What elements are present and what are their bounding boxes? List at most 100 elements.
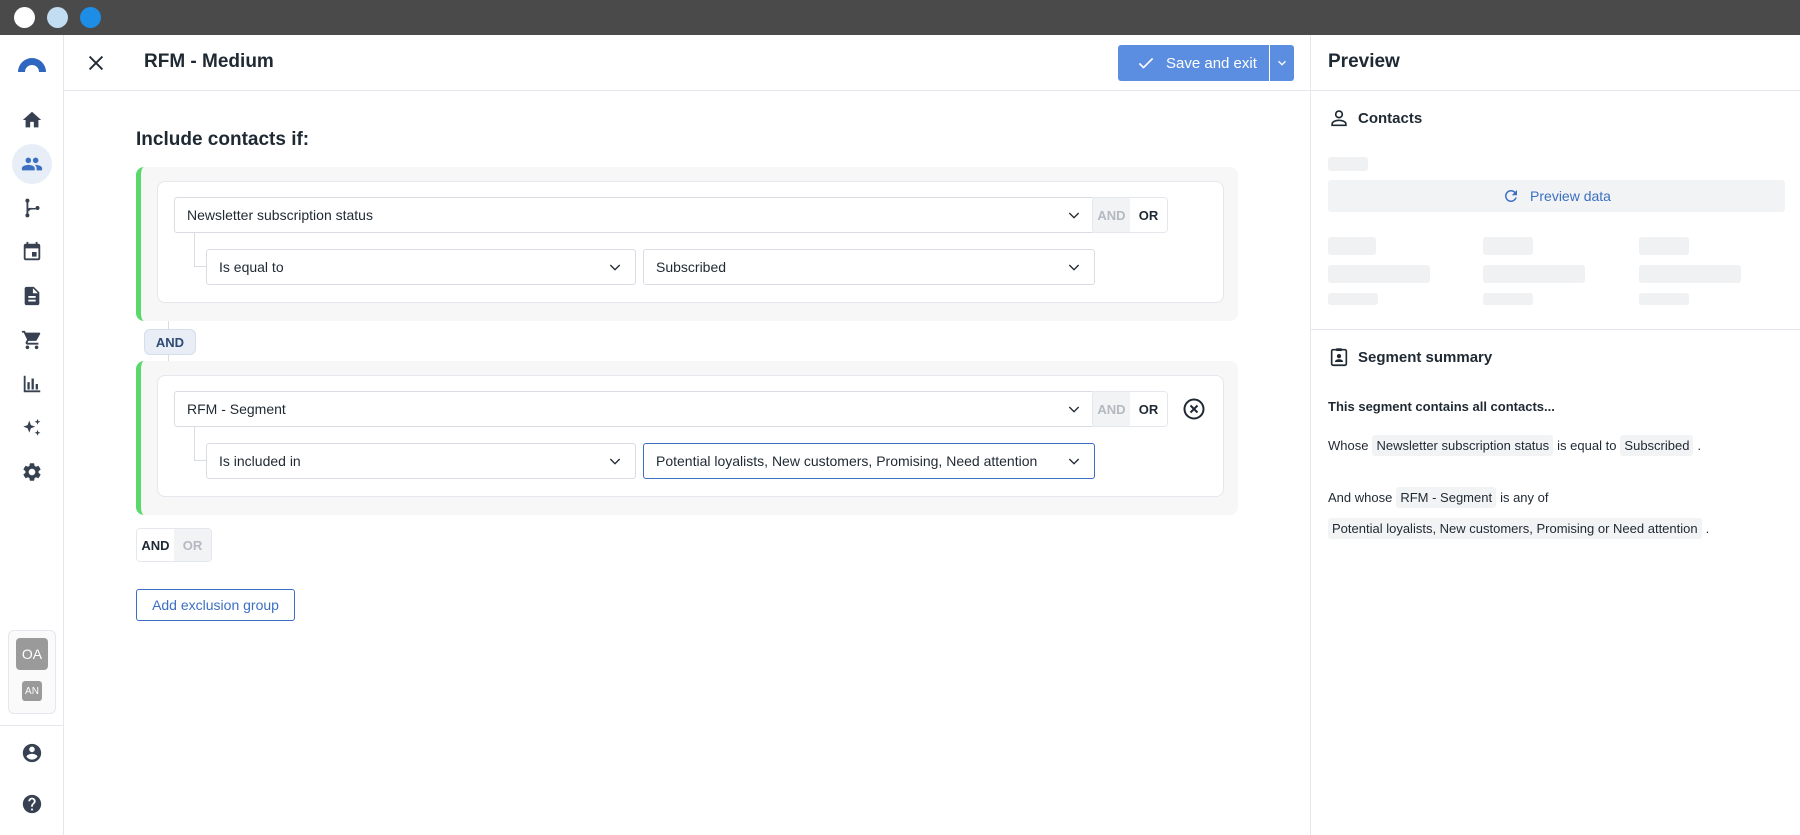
- settings-icon[interactable]: [12, 452, 52, 492]
- preview-header: Preview: [1311, 35, 1800, 91]
- skeleton-loader: [1483, 293, 1533, 305]
- home-icon[interactable]: [12, 100, 52, 140]
- group-connector-badge: AND: [144, 329, 196, 355]
- skeleton-loader: [1328, 157, 1368, 171]
- window-zoom-dot[interactable]: [80, 7, 101, 28]
- add-exclusion-group-button[interactable]: Add exclusion group: [136, 589, 295, 621]
- operator-select[interactable]: Is included in: [206, 443, 636, 479]
- summary-rule: Whose Newsletter subscription status is …: [1328, 435, 1701, 456]
- cart-icon[interactable]: [12, 320, 52, 360]
- field-select[interactable]: Newsletter subscription status: [174, 197, 1095, 233]
- and-or-toggle: AND OR: [1092, 391, 1168, 427]
- summary-operator: is equal to: [1557, 438, 1617, 453]
- condition-card: Newsletter subscription status Is equal …: [157, 181, 1224, 303]
- panel-divider: [1311, 329, 1800, 330]
- person-icon: [1331, 110, 1347, 127]
- or-toggle-button[interactable]: OR: [1130, 392, 1167, 426]
- skeleton-loader: [1639, 265, 1741, 283]
- skeleton-loader: [1639, 293, 1689, 305]
- skeleton-loader: [1483, 237, 1533, 255]
- value-select-value: Subscribed: [656, 259, 727, 275]
- save-and-exit-button[interactable]: Save and exit: [1118, 45, 1269, 81]
- chevron-down-icon: [1068, 458, 1080, 465]
- value-multiselect[interactable]: Potential loyalists, New customers, Prom…: [643, 443, 1095, 479]
- sidebar: OA AN: [0, 35, 64, 835]
- skeleton-loader: [1328, 237, 1376, 255]
- skeleton-loader: [1328, 265, 1430, 283]
- flow-icon[interactable]: [12, 188, 52, 228]
- contacts-icon[interactable]: [12, 144, 52, 184]
- summary-value-chip: Potential loyalists, New customers, Prom…: [1328, 518, 1702, 539]
- document-icon[interactable]: [12, 276, 52, 316]
- workspace-avatar-secondary[interactable]: AN: [22, 681, 42, 701]
- chart-icon[interactable]: [12, 364, 52, 404]
- and-toggle-button[interactable]: AND: [1093, 392, 1130, 426]
- chevron-down-icon: [1278, 60, 1286, 66]
- workspace-avatar-primary[interactable]: OA: [16, 638, 48, 670]
- clipboard-person-icon: [1330, 348, 1348, 367]
- summary-value-chip: Subscribed: [1620, 435, 1694, 456]
- and-toggle-button[interactable]: AND: [1093, 198, 1130, 232]
- summary-prefix: Whose: [1328, 438, 1369, 453]
- summary-operator: is any of: [1500, 490, 1549, 505]
- value-select[interactable]: Subscribed: [643, 249, 1095, 285]
- rail-divider: [0, 725, 64, 726]
- summary-field-chip: Newsletter subscription status: [1372, 435, 1554, 456]
- field-select-value: Newsletter subscription status: [187, 207, 373, 223]
- segment-builder: Include contacts if: Newsletter subscrip…: [64, 91, 1310, 835]
- summary-rule: And whose RFM - Segment is any of: [1328, 487, 1549, 508]
- field-select[interactable]: RFM - Segment: [174, 391, 1095, 427]
- chevron-down-icon: [609, 458, 621, 465]
- remove-condition-icon[interactable]: [1182, 397, 1206, 421]
- add-and-group-button[interactable]: AND: [137, 529, 174, 561]
- skeleton-loader: [1483, 265, 1585, 283]
- segment-summary-heading: Segment summary: [1328, 346, 1492, 368]
- summary-rule-continuation: Potential loyalists, New customers, Prom…: [1328, 518, 1709, 539]
- contacts-label: Contacts: [1358, 109, 1423, 127]
- add-group-toggle: AND OR: [136, 528, 212, 562]
- window-titlebar: [0, 0, 1800, 35]
- condition-card: RFM - Segment Is included in Potential l…: [157, 375, 1224, 497]
- preview-data-button[interactable]: Preview data: [1328, 180, 1785, 212]
- page-title: RFM - Medium: [144, 51, 274, 72]
- skeleton-loader: [1328, 293, 1378, 305]
- close-icon[interactable]: [84, 51, 108, 75]
- chevron-down-icon: [609, 264, 621, 271]
- save-button-label: Save and exit: [1166, 54, 1257, 72]
- save-options-dropdown[interactable]: [1270, 45, 1294, 81]
- window-close-dot[interactable]: [14, 7, 35, 28]
- add-or-group-button[interactable]: OR: [174, 529, 211, 561]
- field-select-value: RFM - Segment: [187, 401, 286, 417]
- calendar-icon[interactable]: [12, 232, 52, 272]
- help-icon[interactable]: [12, 784, 52, 824]
- chevron-down-icon: [1068, 212, 1080, 219]
- summary-intro: This segment contains all contacts...: [1328, 399, 1555, 414]
- chevron-down-icon: [1068, 406, 1080, 413]
- preview-title: Preview: [1328, 51, 1400, 72]
- or-toggle-button[interactable]: OR: [1130, 198, 1167, 232]
- logo-icon[interactable]: [12, 44, 52, 84]
- skeleton-loader: [1639, 237, 1689, 255]
- segment-summary-label: Segment summary: [1358, 348, 1493, 366]
- summary-prefix: And whose: [1328, 490, 1393, 505]
- sparkle-icon[interactable]: [12, 408, 52, 448]
- preview-panel: Preview Contacts Preview data Segment su…: [1310, 35, 1800, 835]
- summary-end: .: [1705, 521, 1710, 536]
- summary-field-chip: RFM - Segment: [1396, 487, 1497, 508]
- refresh-icon: [1505, 189, 1518, 202]
- and-or-toggle: AND OR: [1092, 197, 1168, 233]
- contacts-heading: Contacts: [1328, 107, 1422, 129]
- workspace-switcher: OA AN: [8, 630, 56, 714]
- summary-end: .: [1697, 438, 1702, 453]
- operator-select-value: Is equal to: [219, 259, 284, 275]
- operator-select-value: Is included in: [219, 453, 301, 469]
- condition-group: Newsletter subscription status Is equal …: [136, 167, 1238, 321]
- condition-group: RFM - Segment Is included in Potential l…: [136, 361, 1238, 515]
- operator-select[interactable]: Is equal to: [206, 249, 636, 285]
- window-minimize-dot[interactable]: [47, 7, 68, 28]
- account-icon[interactable]: [12, 733, 52, 773]
- check-icon: [1138, 57, 1154, 69]
- section-title: Include contacts if:: [136, 129, 310, 150]
- editor-header: RFM - Medium Save and exit: [64, 35, 1310, 91]
- chevron-down-icon: [1068, 264, 1080, 271]
